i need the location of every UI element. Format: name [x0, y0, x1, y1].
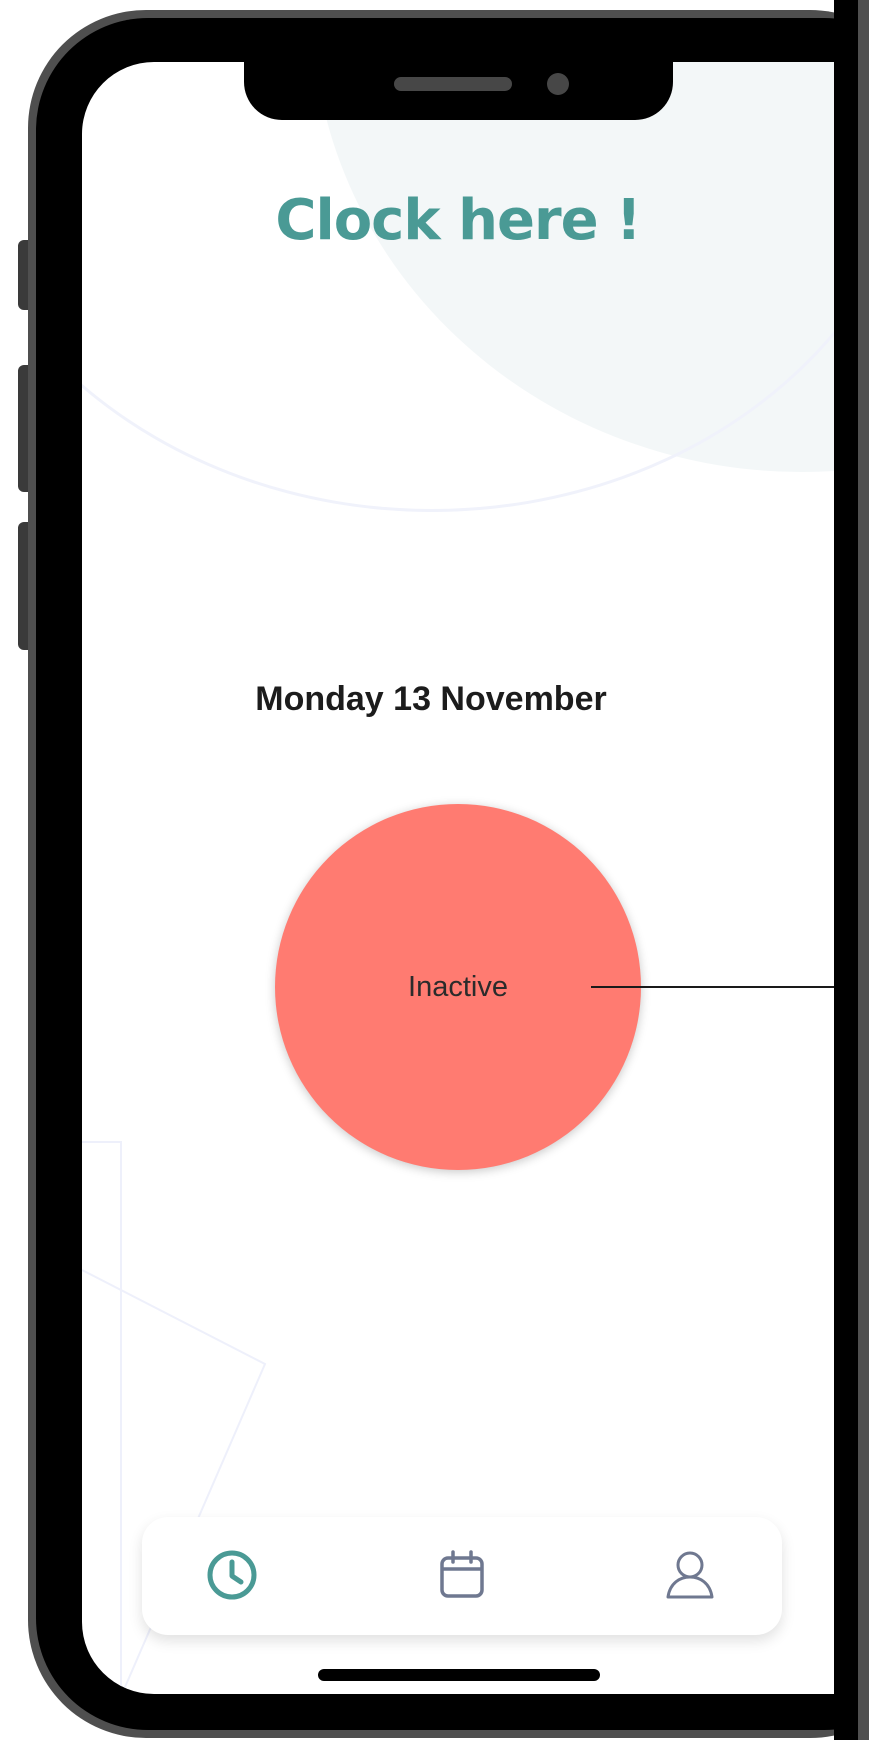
- current-date: Monday 13 November: [255, 680, 607, 718]
- front-camera: [547, 73, 569, 95]
- user-icon: [666, 1551, 714, 1599]
- clock-in-button[interactable]: Inactive: [275, 804, 641, 1170]
- frame-right-edge: [858, 0, 869, 1740]
- speaker-grille: [394, 77, 512, 91]
- clock-icon: [207, 1550, 257, 1600]
- tab-profile[interactable]: [652, 1537, 728, 1613]
- calendar-icon: [440, 1550, 484, 1598]
- page-title: Clock here !: [275, 188, 641, 253]
- tab-calendar[interactable]: [424, 1537, 500, 1613]
- annotation-line: [591, 986, 834, 988]
- clock-status-label: Inactive: [408, 970, 508, 1003]
- notch: [244, 62, 673, 120]
- home-indicator[interactable]: [318, 1669, 600, 1681]
- bottom-tab-bar: [142, 1517, 782, 1635]
- tab-clock[interactable]: [194, 1537, 270, 1613]
- device-mockup: Clock here ! Monday 13 November Inactive: [0, 0, 869, 1740]
